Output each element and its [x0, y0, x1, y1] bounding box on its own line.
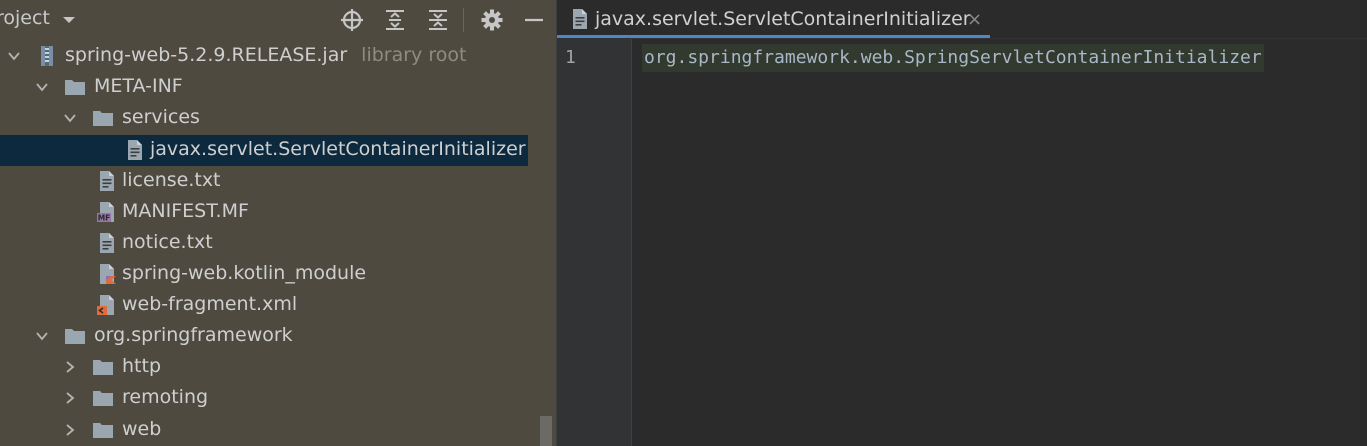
- tree-row-web[interactable]: web: [0, 415, 556, 446]
- tree-item-label: web-fragment.xml: [122, 293, 298, 315]
- code-editor[interactable]: org.springframework.web.SpringServletCon…: [632, 39, 1367, 446]
- minimize-icon[interactable]: [522, 8, 546, 32]
- jar-icon: [41, 46, 53, 66]
- folder-icon: [93, 111, 113, 126]
- chevron-down-icon[interactable]: [62, 110, 78, 126]
- tree-row-org-springframework[interactable]: org.springframework: [0, 321, 556, 352]
- collapse-all-icon[interactable]: [426, 8, 450, 32]
- tree-item-label: spring-web.kotlin_module: [122, 262, 367, 284]
- tree-row-jar[interactable]: spring-web-5.2.9.RELEASE.jar library root: [0, 41, 556, 72]
- project-panel-title[interactable]: roject: [0, 7, 50, 29]
- expand-all-icon[interactable]: [383, 8, 407, 32]
- text-file-icon: [128, 140, 142, 160]
- manifest-file-icon: MF: [97, 202, 114, 223]
- tree-row-notice[interactable]: notice.txt: [0, 228, 556, 259]
- chevron-right-icon[interactable]: [62, 390, 78, 406]
- tree-row-license[interactable]: license.txt: [0, 166, 556, 197]
- chevron-down-icon[interactable]: [34, 79, 50, 95]
- project-panel-header: roject: [0, 0, 556, 40]
- current-line-highlight: org.springframework.web.SpringServletCon…: [642, 44, 1264, 72]
- tree-item-label: license.txt: [122, 169, 221, 191]
- tree-item-label: org.springframework: [94, 324, 293, 346]
- header-separator: [463, 8, 464, 32]
- kotlin-module-file-icon: [100, 264, 116, 284]
- tree-item-label: remoting: [122, 386, 209, 408]
- tree-row-web-fragment[interactable]: web-fragment.xml: [0, 290, 556, 321]
- editor-tab[interactable]: javax.servlet.ServletContainerInitialize…: [557, 0, 990, 38]
- library-root-hint: library root: [361, 44, 467, 66]
- tree-scrollbar-thumb[interactable]: [540, 416, 552, 446]
- package-icon: [93, 391, 113, 406]
- tree-row-meta-inf[interactable]: META-INF: [0, 72, 556, 103]
- chevron-down-icon[interactable]: [34, 328, 50, 344]
- view-dropdown-caret-icon[interactable]: [61, 8, 77, 32]
- tree-item-label: http: [122, 355, 162, 377]
- tree-item-label: META-INF: [94, 75, 183, 97]
- tree-item-label: web: [122, 418, 162, 440]
- tree-item-label: spring-web-5.2.9.RELEASE.jar library root: [65, 44, 467, 66]
- editor-area: javax.servlet.ServletContainerInitialize…: [557, 0, 1367, 446]
- tree-row-manifest[interactable]: MF MANIFEST.MF: [0, 197, 556, 228]
- tree-row-servlet-initializer[interactable]: javax.servlet.ServletContainerInitialize…: [0, 135, 528, 166]
- svg-text:MF: MF: [98, 214, 111, 223]
- tab-label: javax.servlet.ServletContainerInitialize…: [595, 8, 971, 30]
- text-file-icon: [100, 171, 114, 191]
- tree-item-label: javax.servlet.ServletContainerInitialize…: [150, 138, 526, 160]
- folder-icon: [65, 80, 85, 95]
- line-number: 1: [565, 47, 576, 68]
- chevron-down-icon[interactable]: [6, 48, 22, 64]
- tree-row-kotlin-module[interactable]: spring-web.kotlin_module: [0, 259, 556, 290]
- tree-item-label: notice.txt: [122, 231, 213, 253]
- active-tab-indicator: [557, 35, 990, 38]
- tree-item-label: MANIFEST.MF: [122, 200, 249, 222]
- tree-row-services[interactable]: services: [0, 103, 556, 134]
- locate-file-icon[interactable]: [340, 8, 364, 32]
- tree-row-remoting[interactable]: remoting: [0, 383, 556, 414]
- editor-tab-bar: javax.servlet.ServletContainerInitialize…: [557, 0, 1367, 39]
- close-tab-icon[interactable]: ×: [967, 9, 982, 30]
- project-tool-window: roject spring-web-5.2.9.RELEASE.jar libr…: [0, 0, 556, 446]
- code-line-text[interactable]: org.springframework.web.SpringServletCon…: [644, 47, 1262, 68]
- tree-item-label: services: [122, 106, 200, 128]
- tree-row-http[interactable]: http: [0, 352, 556, 383]
- package-icon: [93, 360, 113, 375]
- text-file-icon: [100, 233, 114, 253]
- text-file-icon: [573, 9, 587, 29]
- chevron-right-icon[interactable]: [62, 422, 78, 438]
- package-icon: [65, 329, 85, 344]
- package-icon: [93, 423, 113, 438]
- xml-file-icon: [97, 295, 114, 315]
- gear-icon[interactable]: [480, 8, 504, 32]
- chevron-right-icon[interactable]: [62, 359, 78, 375]
- line-number-gutter: 1: [557, 39, 632, 446]
